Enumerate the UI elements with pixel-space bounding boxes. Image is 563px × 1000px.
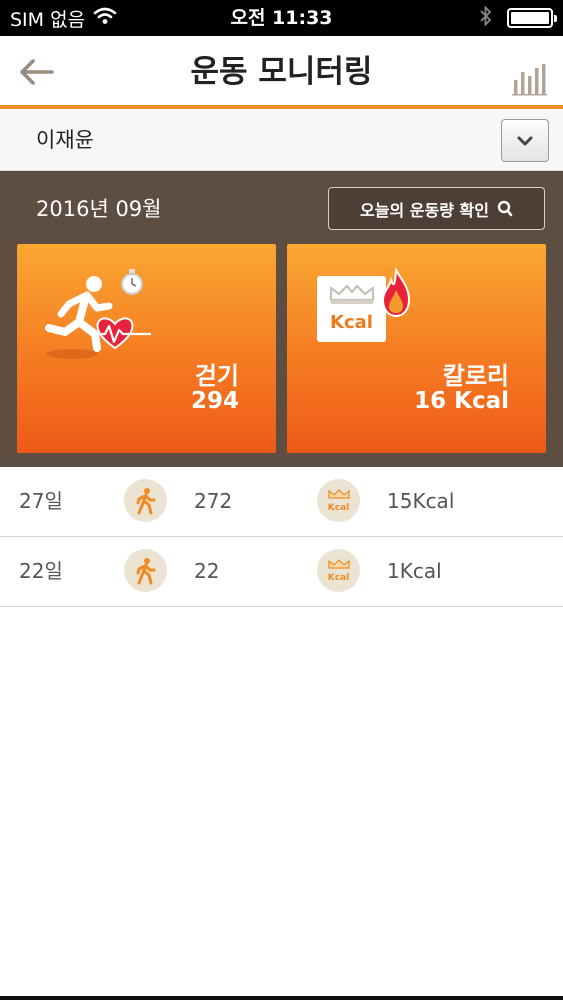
calorie-value: 16 Kcal [414,388,509,414]
today-activity-button[interactable]: 오늘의 운동량 확인 [328,187,545,230]
monthly-summary-panel: 2016년 09월 오늘의 운동량 확인 걷기 294 Kcal 칼로리 16 … [0,171,563,467]
walk-card[interactable]: 걷기 294 [17,244,276,453]
record-day: 27일 [19,489,63,513]
kcal-badge-text: Kcal [327,503,350,513]
arrow-left-icon [20,59,54,85]
chevron-down-icon [517,136,533,145]
status-right [479,0,557,36]
walk-value: 294 [190,388,239,414]
walking-icon [124,479,167,522]
flame-icon [381,268,411,318]
walk-label: 걷기 [194,362,239,390]
crown-icon [329,284,375,304]
nav-bar: 운동 모니터링 [0,36,563,106]
running-heart-icon [45,269,151,359]
page-title: 운동 모니터링 [190,54,373,90]
calorie-label: 칼로리 [442,362,509,390]
record-steps: 272 [194,489,233,513]
kcal-badge-icon: Kcal [317,276,386,342]
record-day: 22일 [19,559,63,583]
battery-icon [507,8,557,28]
record-kcal: 1Kcal [387,559,442,583]
bottom-edge [0,996,563,1000]
month-label: 2016년 09월 [36,197,162,221]
back-button[interactable] [14,50,58,94]
member-dropdown-button[interactable] [501,119,549,162]
record-kcal: 15Kcal [387,489,455,513]
member-name: 이재윤 [36,128,94,152]
bluetooth-icon [479,4,493,32]
member-selector[interactable]: 이재윤 [0,109,563,171]
daily-records-list: 27일 272 Kcal 15Kcal 22일 22 Kcal 1Kcal [0,467,563,607]
record-row[interactable]: 27일 272 Kcal 15Kcal [0,467,563,537]
bar-chart-icon [512,64,547,96]
calorie-card[interactable]: Kcal 칼로리 16 Kcal [287,244,546,453]
search-icon [497,200,513,217]
statistics-button[interactable] [505,48,553,96]
today-activity-label: 오늘의 운동량 확인 [360,200,489,220]
status-bar: SIM 없음 오전 11:33 [0,0,563,36]
kcal-badge-text: Kcal [330,312,373,333]
record-steps: 22 [194,559,220,583]
kcal-icon: Kcal [317,479,360,522]
record-row[interactable]: 22일 22 Kcal 1Kcal [0,537,563,607]
walking-icon [124,549,167,592]
kcal-icon: Kcal [317,549,360,592]
kcal-badge-text: Kcal [327,573,350,583]
